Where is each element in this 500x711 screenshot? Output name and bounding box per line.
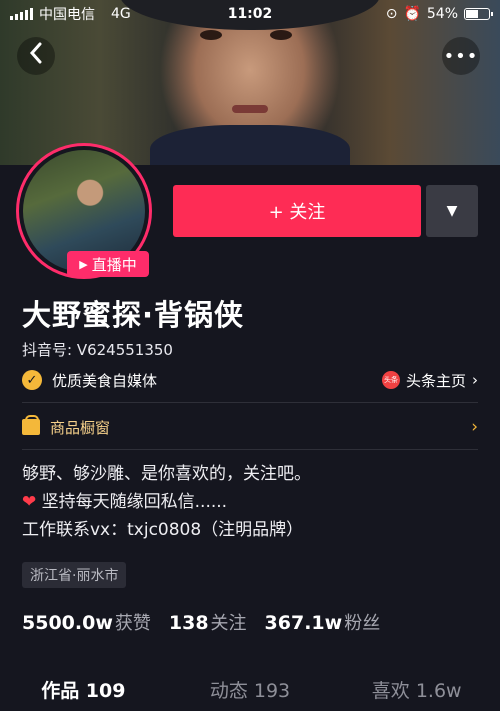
- chevron-right-icon: ›: [471, 417, 478, 437]
- chevron-left-icon: [29, 42, 43, 70]
- bio-line: 坚持每天随缘回私信......: [41, 492, 228, 512]
- signal-icon: [10, 8, 33, 20]
- profile-name: 大野蜜探·背锅侠: [22, 298, 245, 332]
- shop-window-row[interactable]: 商品橱窗 ›: [22, 415, 478, 439]
- location-tag: 浙江省·丽水市: [22, 562, 127, 588]
- caret-down-icon: ▼: [446, 203, 458, 219]
- divider: [22, 449, 478, 450]
- status-left: 中国电信 4G: [10, 4, 131, 24]
- tab-posts[interactable]: 动态 193: [167, 676, 334, 711]
- likes-stat: 5500.0w 获赞: [22, 612, 151, 634]
- cover-eye-right: [270, 30, 292, 40]
- live-badge-label: 直播中: [91, 255, 137, 274]
- bio-line: 工作联系vx：txjc0808（注明品牌）: [22, 520, 304, 540]
- chevron-right-icon: ›: [472, 371, 478, 389]
- follow-button[interactable]: + 关注: [173, 185, 421, 237]
- verified-check-icon: ✓: [22, 370, 42, 390]
- verified-row: ✓ 优质美食自媒体 头条 头条主页 ›: [22, 368, 478, 392]
- stats-row: 5500.0w 获赞 138 关注 367.1w 粉丝: [22, 609, 380, 635]
- cover-eye-left: [200, 30, 222, 40]
- bio-line-row: ❤ 坚持每天随缘回私信......: [22, 488, 311, 516]
- followers-stat[interactable]: 367.1w 粉丝: [265, 609, 381, 635]
- toutiao-label: 头条主页: [405, 371, 466, 390]
- carrier-label: 中国电信: [39, 7, 95, 23]
- cover-mouth: [232, 105, 268, 113]
- heart-icon: ❤: [22, 492, 37, 512]
- more-button[interactable]: •••: [442, 37, 480, 75]
- shop-label: 商品橱窗: [50, 418, 111, 437]
- status-bar: 中国电信 4G 11:02 ⊙ ⏰ 54%: [0, 0, 500, 28]
- battery-percent: 54%: [426, 6, 458, 22]
- more-dots-icon: •••: [443, 45, 479, 67]
- status-right: ⊙ ⏰ 54%: [385, 6, 493, 22]
- live-badge[interactable]: ▶ 直播中: [67, 251, 149, 277]
- verified-label: 优质美食自媒体: [52, 371, 158, 390]
- rotation-lock-icon: ⊙: [385, 6, 398, 22]
- divider: [22, 402, 478, 403]
- back-button[interactable]: [17, 37, 55, 75]
- alarm-icon: ⏰: [403, 6, 421, 22]
- douyin-id: 抖音号: V624551350: [22, 341, 173, 359]
- tab-works[interactable]: 作品 109: [0, 676, 167, 711]
- follow-label: + 关注: [268, 202, 326, 223]
- bio: 够野、够沙雕、是你喜欢的，关注吧。 ❤ 坚持每天随缘回私信...... 工作联系…: [22, 460, 311, 544]
- following-stat[interactable]: 138 关注: [169, 609, 247, 635]
- cover-collar: [150, 125, 350, 165]
- play-icon: ▶: [79, 257, 88, 271]
- shopping-bag-icon: [22, 415, 40, 435]
- battery-icon: [464, 8, 493, 20]
- bio-line: 够野、够沙雕、是你喜欢的，关注吧。: [22, 464, 311, 484]
- toutiao-icon: 头条: [381, 371, 400, 389]
- network-label: 4G: [111, 6, 131, 22]
- toutiao-link[interactable]: 头条 头条主页 ›: [381, 370, 478, 391]
- tab-likes[interactable]: 喜欢 1.6w: [333, 676, 500, 711]
- content-tabs: 作品 109 动态 193 喜欢 1.6w: [0, 676, 500, 711]
- recommend-dropdown-button[interactable]: ▼: [426, 185, 478, 237]
